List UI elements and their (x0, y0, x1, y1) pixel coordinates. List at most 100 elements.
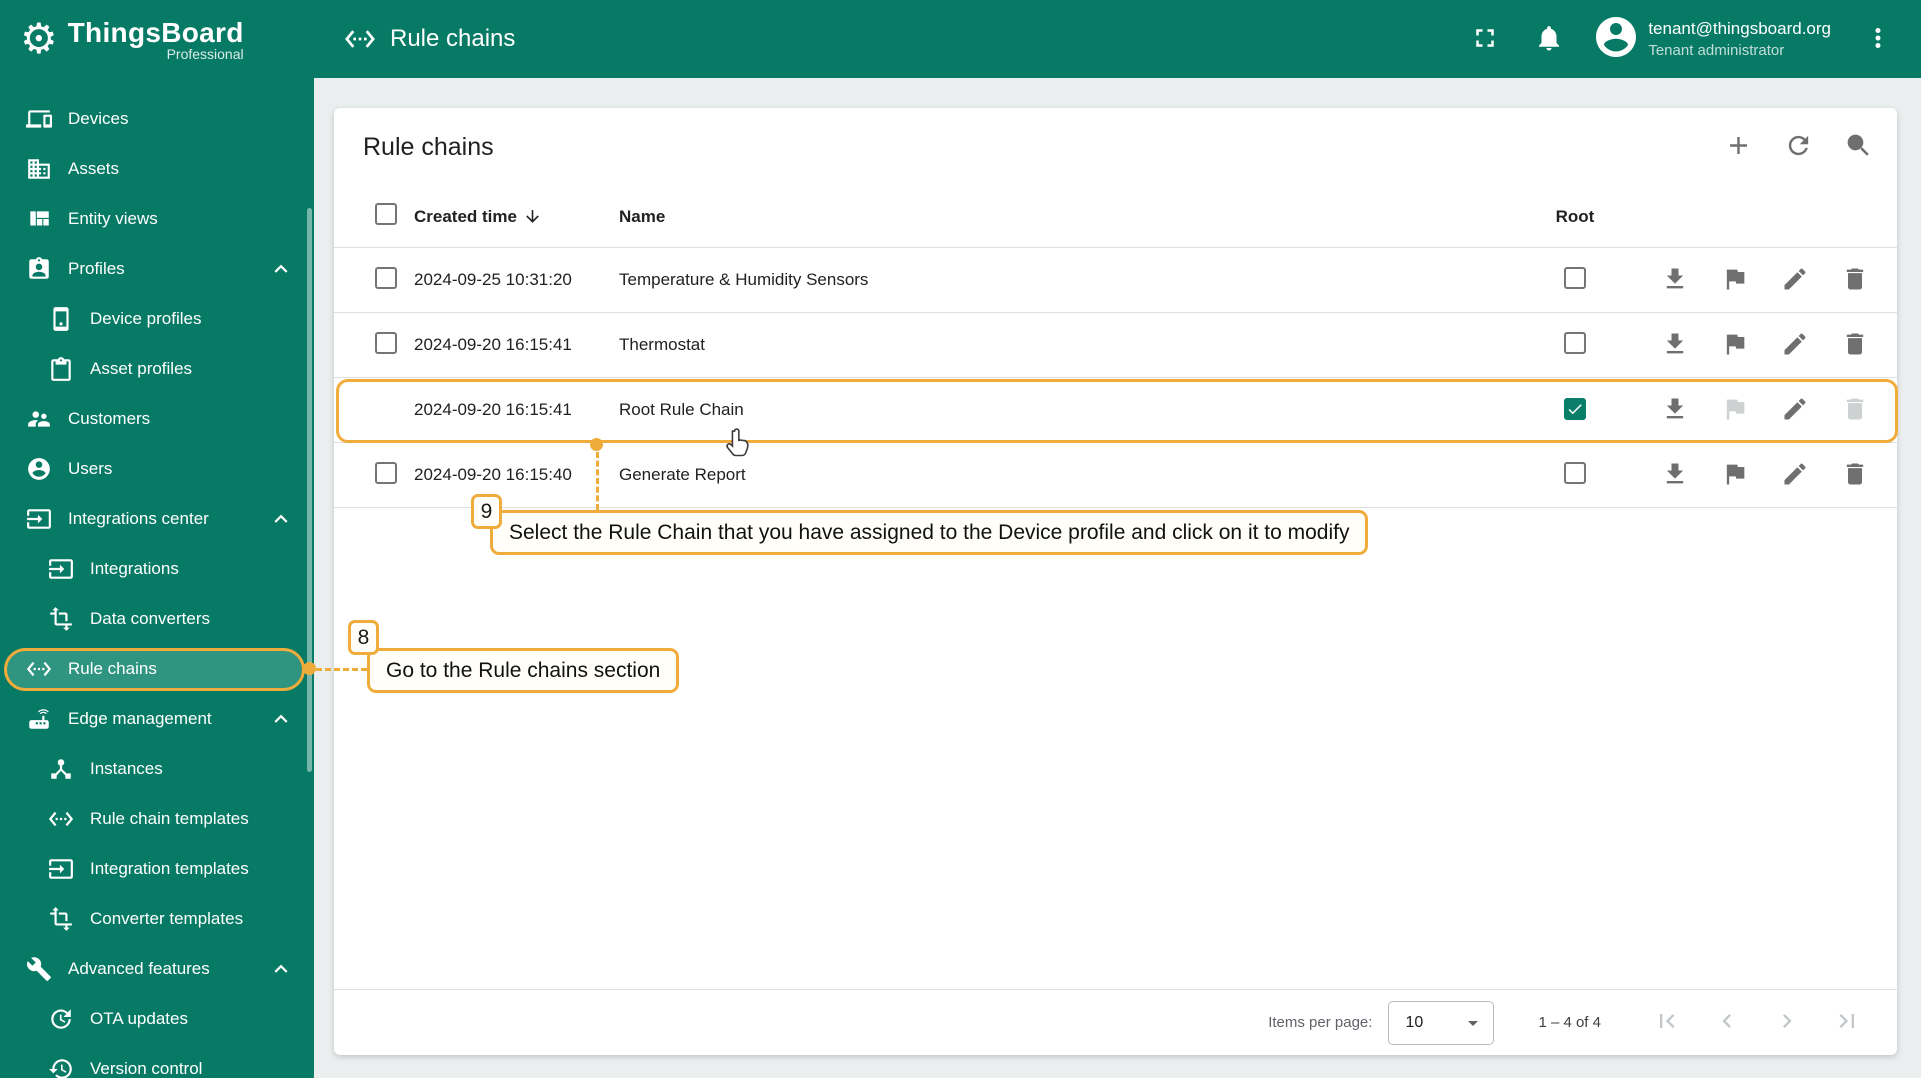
sidebar-item-data-converters[interactable]: Data converters (0, 594, 314, 644)
flag-icon (1721, 460, 1749, 491)
name-cell: Temperature & Humidity Sensors (619, 270, 869, 289)
ota-updates-icon (48, 1006, 74, 1032)
user-email: tenant@thingsboard.org (1648, 19, 1831, 38)
root-checkbox[interactable] (1564, 397, 1586, 420)
created-time-cell: 2024-09-20 16:15:41 (414, 400, 572, 419)
edit-rule-chain-button[interactable] (1773, 453, 1817, 497)
edit-rule-chain-button[interactable] (1773, 323, 1817, 367)
arrow-down-icon (523, 207, 542, 226)
users-icon (26, 456, 52, 482)
chevron-up-icon[interactable] (268, 956, 294, 982)
set-root-button[interactable] (1713, 388, 1757, 432)
chevron-up-icon[interactable] (268, 506, 294, 532)
flag-icon (1721, 395, 1749, 426)
sidebar-item-customers[interactable]: Customers (0, 394, 314, 444)
sidebar-item-integration-templates[interactable]: Integration templates (0, 844, 314, 894)
user-info[interactable]: tenant@thingsboard.org Tenant administra… (1648, 19, 1831, 59)
sidebar-item-devices[interactable]: Devices (0, 94, 314, 144)
search-button[interactable] (1835, 124, 1881, 170)
sidebar-item-label: Rule chains (68, 659, 157, 678)
edit-rule-chain-button[interactable] (1773, 258, 1817, 302)
sidebar-item-label: Integrations (90, 559, 179, 578)
avatar[interactable] (1592, 15, 1640, 63)
sidebar-scrollbar[interactable] (307, 208, 312, 772)
sidebar-item-label: Edge management (68, 709, 212, 728)
data-converters-icon (48, 606, 74, 632)
export-rule-chain-button[interactable] (1653, 453, 1697, 497)
sidebar-item-entity-views[interactable]: Entity views (0, 194, 314, 244)
prev-page-button[interactable] (1705, 1001, 1749, 1045)
root-checkbox[interactable] (1564, 461, 1586, 484)
user-role: Tenant administrator (1648, 42, 1785, 59)
delete-rule-chain-button[interactable] (1833, 258, 1877, 302)
table-row[interactable]: 2024-09-20 16:15:41 Root Rule Chain (334, 378, 1897, 443)
topbar-menu-button[interactable] (1857, 18, 1899, 60)
chevron-up-icon[interactable] (268, 256, 294, 282)
table-row[interactable]: 2024-09-20 16:15:41 Thermostat (334, 313, 1897, 378)
devices-icon (26, 106, 52, 132)
last-page-button[interactable] (1825, 1001, 1869, 1045)
first-page-button[interactable] (1645, 1001, 1689, 1045)
delete-rule-chain-button[interactable] (1833, 453, 1877, 497)
fullscreen-button[interactable] (1464, 18, 1506, 60)
items-per-page-label: Items per page: (1268, 1014, 1373, 1031)
card-toolbar (1715, 124, 1881, 170)
edit-rule-chain-button[interactable] (1773, 388, 1817, 432)
sidebar-item-converter-templates[interactable]: Converter templates (0, 894, 314, 944)
sidebar-item-integrations-center[interactable]: Integrations center (0, 494, 314, 544)
delete-rule-chain-button[interactable] (1833, 388, 1877, 432)
next-page-button[interactable] (1765, 1001, 1809, 1045)
export-rule-chain-button[interactable] (1653, 323, 1697, 367)
edit-icon (1781, 330, 1809, 361)
brand-edition: Professional (166, 45, 244, 62)
sidebar-item-integrations[interactable]: Integrations (0, 544, 314, 594)
root-checkbox[interactable] (1564, 331, 1586, 354)
add-rule-chain-button[interactable] (1715, 124, 1761, 170)
export-rule-chain-button[interactable] (1653, 258, 1697, 302)
rule-chains-card: Rule chains Created time Name Root 2024-… (334, 108, 1897, 1055)
sidebar-item-rule-chain-templates[interactable]: Rule chain templates (0, 794, 314, 844)
sidebar-item-label: Device profiles (90, 309, 202, 328)
row-checkbox[interactable] (375, 331, 397, 354)
column-name[interactable]: Name (619, 207, 1505, 227)
table-row[interactable]: 2024-09-25 10:31:20 Temperature & Humidit… (334, 248, 1897, 313)
sidebar-item-ota-updates[interactable]: OTA updates (0, 994, 314, 1044)
profiles-icon (26, 256, 52, 282)
next-page-icon (1773, 1007, 1801, 1038)
column-created-time[interactable]: Created time (414, 207, 619, 227)
set-root-button[interactable] (1713, 258, 1757, 302)
sidebar-item-users[interactable]: Users (0, 444, 314, 494)
main-content: Rule chains Created time Name Root 2024-… (314, 78, 1921, 1078)
delete-rule-chain-button[interactable] (1833, 323, 1877, 367)
notifications-button[interactable] (1528, 18, 1570, 60)
sidebar-item-instances[interactable]: Instances (0, 744, 314, 794)
sidebar-item-label: Integrations center (68, 509, 209, 528)
brand-logo[interactable]: ⚙ ThingsBoard Professional (0, 0, 314, 78)
download-icon (1661, 395, 1689, 426)
integration-templates-icon (48, 856, 74, 882)
sidebar-item-advanced-features[interactable]: Advanced features (0, 944, 314, 994)
sidebar-item-label: Customers (68, 409, 151, 428)
refresh-button[interactable] (1775, 124, 1821, 170)
sidebar-item-asset-profiles[interactable]: Asset profiles (0, 344, 314, 394)
sidebar-item-version-control[interactable]: Version control (0, 1044, 314, 1078)
page-range-label: 1 – 4 of 4 (1538, 1014, 1601, 1031)
sidebar-item-rule-chains[interactable]: Rule chains (0, 644, 314, 694)
set-root-button[interactable] (1713, 453, 1757, 497)
row-checkbox[interactable] (375, 266, 397, 289)
sidebar-item-label: Entity views (68, 209, 158, 228)
select-all-checkbox[interactable] (375, 203, 397, 225)
chevron-up-icon[interactable] (268, 706, 294, 732)
sidebar-item-device-profiles[interactable]: Device profiles (0, 294, 314, 344)
items-per-page-select[interactable]: 10 (1388, 1000, 1495, 1045)
sidebar-item-profiles[interactable]: Profiles (0, 244, 314, 294)
delete-icon (1841, 265, 1869, 296)
row-checkbox[interactable] (375, 461, 397, 484)
sidebar-item-edge-management[interactable]: Edge management (0, 694, 314, 744)
delete-icon (1841, 460, 1869, 491)
root-checkbox[interactable] (1564, 266, 1586, 289)
sidebar-item-assets[interactable]: Assets (0, 144, 314, 194)
table-row[interactable]: 2024-09-20 16:15:40 Generate Report (334, 443, 1897, 508)
export-rule-chain-button[interactable] (1653, 388, 1697, 432)
set-root-button[interactable] (1713, 323, 1757, 367)
